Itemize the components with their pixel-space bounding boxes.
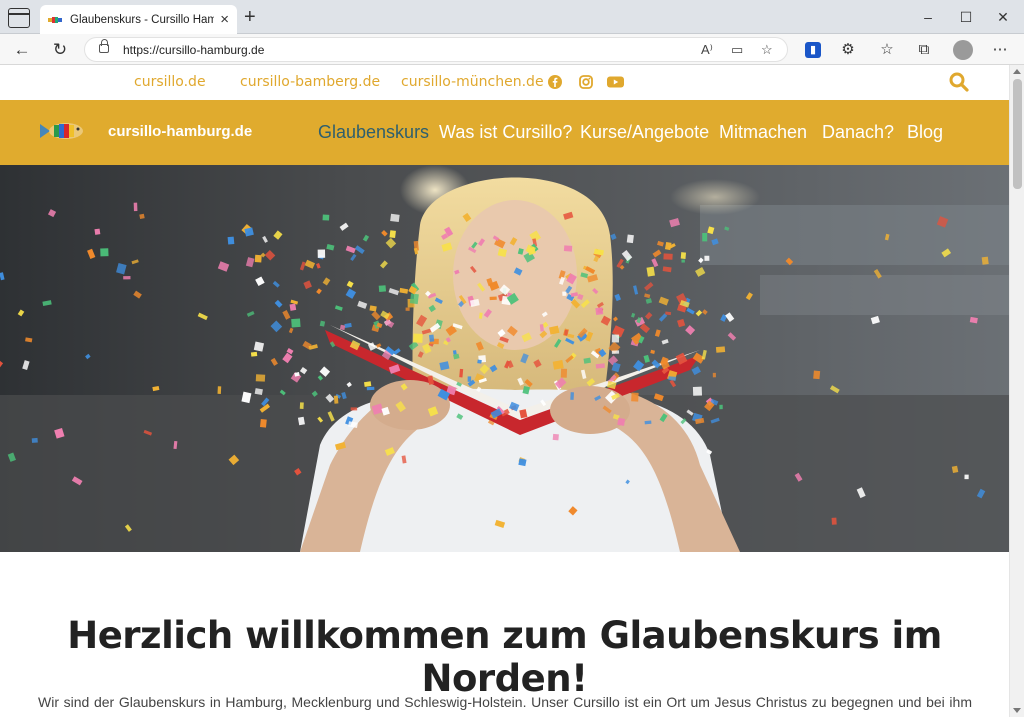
top-link-strip: cursillo.de cursillo-bamberg.de cursillo… — [0, 65, 1009, 100]
facebook-icon[interactable] — [548, 75, 562, 89]
back-icon[interactable]: ← — [12, 40, 32, 60]
link-cursillo-muenchen[interactable]: cursillo-münchen.de — [401, 74, 544, 90]
browser-tab[interactable]: Glaubenskurs - Cursillo Hamburg × — [40, 5, 237, 34]
extensions-icon[interactable]: ⚙ — [838, 40, 858, 60]
scroll-down-icon[interactable] — [1013, 708, 1021, 713]
browser-address-bar: ← ↻ https://cursillo-hamburg.de A⁾ ▭ ☆ ▮… — [0, 34, 1024, 65]
profile-avatar[interactable] — [953, 40, 973, 60]
nav-item-mitmachen[interactable]: Mitmachen — [719, 122, 807, 143]
nav-item-kurse-angebote[interactable]: Kurse/Angebote — [580, 122, 709, 143]
page-scrollbar[interactable] — [1009, 65, 1024, 717]
nav-item-danach[interactable]: Danach? — [822, 122, 894, 143]
window-close-icon[interactable]: ✕ — [993, 8, 1013, 26]
favorites-icon[interactable]: ☆ — [877, 40, 897, 60]
site-favicon-icon — [48, 16, 62, 23]
link-cursillo-de[interactable]: cursillo.de — [134, 74, 206, 90]
lock-icon[interactable] — [99, 39, 109, 53]
collections-icon[interactable]: ⧉ — [914, 40, 934, 60]
more-menu-icon[interactable]: ⋯ — [990, 40, 1010, 60]
new-tab-icon[interactable]: + — [244, 7, 256, 27]
nav-item-glaubenskurs[interactable]: Glaubenskurs — [318, 122, 429, 143]
minimize-icon[interactable]: – — [918, 8, 938, 26]
page-viewport: cursillo.de cursillo-bamberg.de cursillo… — [0, 65, 1009, 717]
site-name[interactable]: cursillo-hamburg.de — [108, 123, 252, 140]
read-aloud-icon[interactable]: A⁾ — [701, 42, 713, 58]
page-title: Herzlich willkommen zum Glaubenskurs im … — [67, 614, 942, 700]
tab-close-icon[interactable]: × — [220, 12, 229, 27]
nav-item-was-ist-cursillo[interactable]: Was ist Cursillo? — [439, 122, 572, 143]
hero-image — [0, 165, 1009, 552]
instagram-icon[interactable] — [579, 75, 593, 89]
favorite-add-icon[interactable]: ☆ — [761, 42, 773, 58]
url-field[interactable]: https://cursillo-hamburg.de A⁾ ▭ ☆ — [84, 37, 788, 62]
main-navigation: cursillo-hamburg.de Glaubenskurs Was ist… — [0, 100, 1009, 165]
scroll-thumb[interactable] — [1013, 79, 1022, 189]
extension-icon[interactable]: ▮ — [805, 42, 821, 58]
scroll-up-icon[interactable] — [1013, 69, 1021, 74]
browser-tab-bar: Glaubenskurs - Cursillo Hamburg × + – ☐ … — [0, 0, 1024, 34]
intro-text: Wir sind der Glaubenskurs in Hamburg, Me… — [38, 694, 972, 710]
tab-title: Glaubenskurs - Cursillo Hamburg — [70, 13, 215, 26]
maximize-icon[interactable]: ☐ — [956, 8, 976, 26]
reader-view-icon[interactable]: ▭ — [731, 42, 743, 58]
nav-item-blog[interactable]: Blog — [907, 122, 943, 143]
search-icon[interactable] — [949, 72, 969, 92]
youtube-icon[interactable] — [607, 75, 624, 89]
reload-icon[interactable]: ↻ — [50, 40, 70, 60]
hero-illustration — [0, 165, 1009, 552]
url-text[interactable]: https://cursillo-hamburg.de — [123, 43, 264, 57]
link-cursillo-bamberg[interactable]: cursillo-bamberg.de — [240, 74, 380, 90]
cursillo-fish-logo[interactable] — [38, 120, 88, 142]
tab-actions-icon[interactable] — [8, 8, 30, 28]
